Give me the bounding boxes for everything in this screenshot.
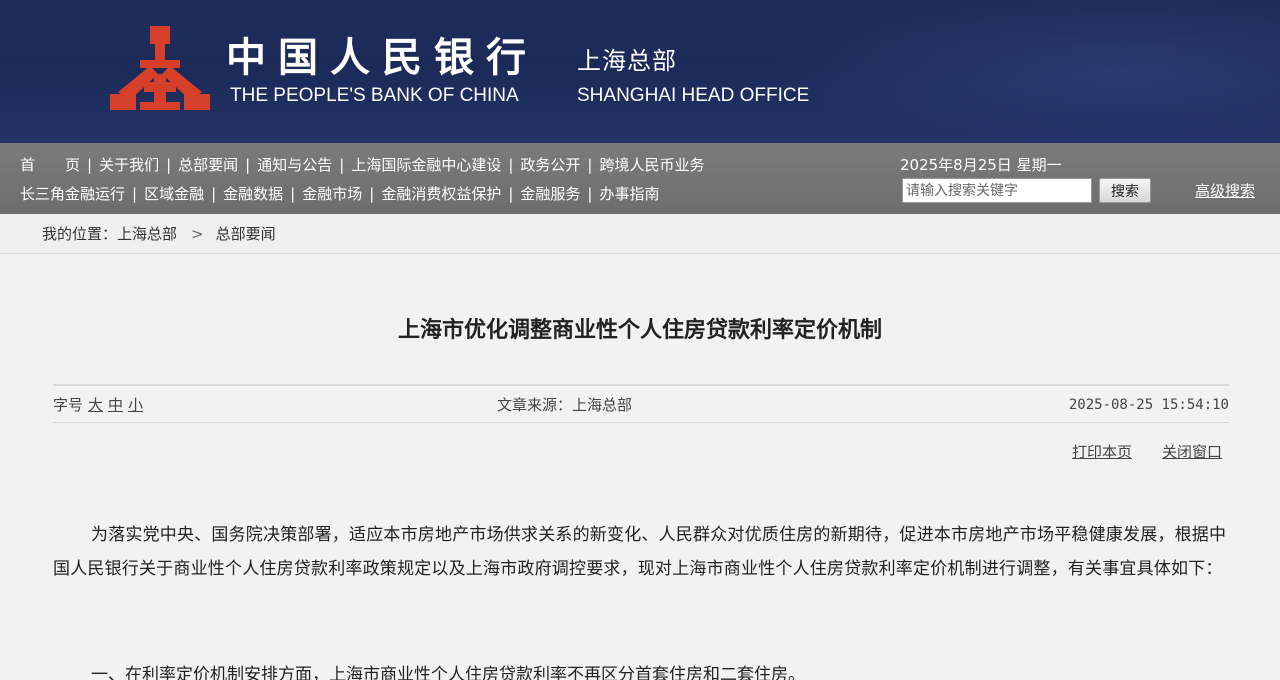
nav-separator: | — [290, 185, 296, 203]
site-header: 中国人民银行 上海总部 THE PEOPLE'S BANK OF CHINA S… — [0, 0, 1280, 143]
nav-item-financial-services[interactable]: 金融服务 — [520, 185, 580, 203]
breadcrumb-item-hq[interactable]: 上海总部 — [117, 225, 177, 243]
search-input[interactable] — [902, 178, 1092, 203]
breadcrumb-prefix: 我的位置： — [42, 225, 118, 243]
breadcrumb-trail: 我的位置：上海总部 > 总部要闻 — [42, 224, 276, 244]
print-page-link[interactable]: 打印本页 — [1072, 441, 1132, 462]
office-name-cn: 上海总部 — [577, 47, 677, 75]
chevron-right-icon: > — [191, 225, 204, 243]
nav-separator: | — [508, 156, 514, 174]
article-title: 上海市优化调整商业性个人住房贷款利率定价机制 — [397, 317, 882, 343]
nav-item-financial-center[interactable]: 上海国际金融中心建设 — [351, 156, 501, 174]
divider — [53, 422, 1229, 423]
nav-separator: | — [508, 185, 514, 203]
nav-item-cross-border-rmb[interactable]: 跨境人民币业务 — [599, 156, 704, 174]
nav-item-service-guide[interactable]: 办事指南 — [599, 185, 659, 203]
nav-item-yangtze-delta[interactable]: 长三角金融运行 — [20, 185, 125, 203]
article-paragraph: 为落实党中央、国务院决策部署，适应本市房地产市场供求关系的新变化、人民群众对优质… — [53, 525, 1227, 579]
nav-separator: | — [587, 185, 593, 203]
nav-separator: | — [245, 156, 251, 174]
header-glow — [760, 0, 1280, 143]
nav-item-financial-data[interactable]: 金融数据 — [223, 185, 283, 203]
nav-separator: | — [369, 185, 375, 203]
article-source: 文章来源：上海总部 — [497, 396, 633, 414]
nav-row-1: 首 页 | 关于我们 | 总部要闻 | 通知与公告 | 上海国际金融中心建设 | 政务公开 | 跨境人民… — [20, 155, 704, 175]
font-size-medium[interactable]: 中 — [108, 396, 123, 414]
breadcrumb: 我的位置：上海总部 > 总部要闻 — [0, 214, 1280, 254]
article-timestamp: 2025-08-25 15:54:10 — [1068, 397, 1229, 413]
advanced-search-link[interactable]: 高级搜索 — [1195, 180, 1255, 201]
nav-item-notices[interactable]: 通知与公告 — [257, 156, 332, 174]
nav-separator: | — [587, 156, 593, 174]
search-button[interactable]: 搜索 — [1099, 178, 1151, 203]
nav-separator: | — [339, 156, 345, 174]
divider — [53, 384, 1229, 386]
nav-row-2: 长三角金融运行 | 区域金融 | 金融数据 | 金融市场 | 金融消费权益保护 | 金融服务 | 办事指… — [20, 184, 659, 204]
current-date: 2025年8月25日 星期一 — [900, 156, 1062, 174]
font-size-label: 字号 — [53, 396, 84, 414]
nav-separator: | — [211, 185, 217, 203]
bank-name-en: THE PEOPLE'S BANK OF CHINA — [230, 85, 519, 106]
pboc-logo-icon — [110, 26, 210, 110]
article-paragraph: 一、在利率定价机制安排方面，上海市商业性个人住房贷款利率不再区分首套住房和二套住… — [91, 665, 805, 680]
font-size-large[interactable]: 大 — [88, 396, 103, 414]
font-size-control: 字号大中小 — [53, 395, 143, 415]
bank-name-cn: 中国人民银行 — [226, 34, 538, 81]
nav-separator: | — [87, 156, 93, 174]
nav-item-consumer-protection[interactable]: 金融消费权益保护 — [381, 185, 501, 203]
office-name-en: SHANGHAI HEAD OFFICE — [577, 85, 810, 106]
nav-item-financial-market[interactable]: 金融市场 — [302, 185, 362, 203]
font-size-small[interactable]: 小 — [128, 396, 143, 414]
nav-item-hq-news[interactable]: 总部要闻 — [178, 156, 238, 174]
main-nav: 首 页 | 关于我们 | 总部要闻 | 通知与公告 | 上海国际金融中心建设 | 政务公开 | 跨境人民… — [0, 143, 1280, 214]
nav-item-gov-affairs[interactable]: 政务公开 — [520, 156, 580, 174]
nav-separator: | — [132, 185, 138, 203]
close-window-link[interactable]: 关闭窗口 — [1162, 441, 1222, 462]
nav-separator: | — [166, 156, 172, 174]
breadcrumb-item-news[interactable]: 总部要闻 — [216, 225, 276, 243]
nav-item-home[interactable]: 首 页 — [20, 156, 80, 174]
nav-item-about[interactable]: 关于我们 — [99, 156, 159, 174]
nav-item-regional-finance[interactable]: 区域金融 — [144, 185, 204, 203]
